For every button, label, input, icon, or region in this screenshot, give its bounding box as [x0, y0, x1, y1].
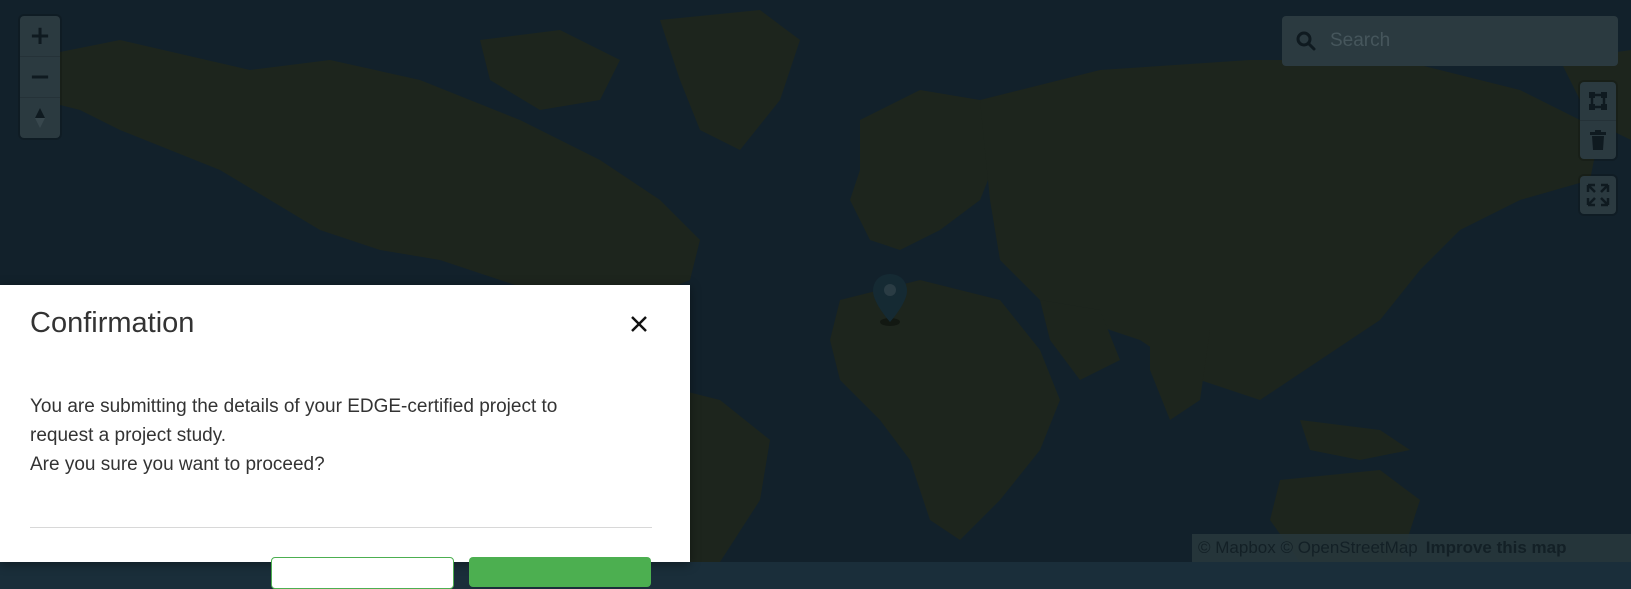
map-marker[interactable] [870, 272, 910, 333]
draw-controls [1580, 82, 1616, 159]
trash-icon [1590, 130, 1606, 150]
search-input[interactable] [1328, 29, 1592, 53]
zoom-out-button[interactable]: − [20, 57, 60, 98]
polygon-draw-button[interactable] [1580, 82, 1616, 121]
dialog-message-line-1: You are submitting the details of your E… [30, 396, 558, 446]
improve-map-link[interactable]: Improve this map [1426, 538, 1567, 558]
map-attribution: © Mapbox © OpenStreetMap Improve this ma… [1192, 534, 1631, 562]
fullscreen-button[interactable] [1580, 176, 1616, 214]
osm-attribution[interactable]: © OpenStreetMap [1280, 538, 1417, 558]
polygon-draw-icon [1589, 92, 1607, 110]
dialog-divider [30, 527, 652, 528]
mapbox-attribution[interactable]: © Mapbox [1198, 538, 1276, 558]
map-pin-icon [873, 274, 907, 326]
confirmation-dialog: Confirmation You are submitting the deta… [0, 285, 690, 589]
fullscreen-icon [1586, 183, 1610, 207]
map-search [1282, 16, 1618, 66]
compass-button[interactable] [20, 98, 60, 138]
fullscreen-control [1580, 176, 1616, 214]
dialog-title: Confirmation [30, 307, 195, 339]
zoom-in-button[interactable]: + [20, 16, 60, 57]
compass-icon [35, 108, 45, 128]
trash-button[interactable] [1580, 121, 1616, 159]
close-button[interactable] [624, 309, 654, 339]
dialog-message: You are submitting the details of your E… [30, 392, 660, 479]
dialog-message-line-2: Are you sure you want to proceed? [30, 454, 325, 475]
search-icon [1296, 31, 1316, 51]
close-icon [631, 316, 647, 332]
zoom-controls: + − [20, 16, 60, 138]
